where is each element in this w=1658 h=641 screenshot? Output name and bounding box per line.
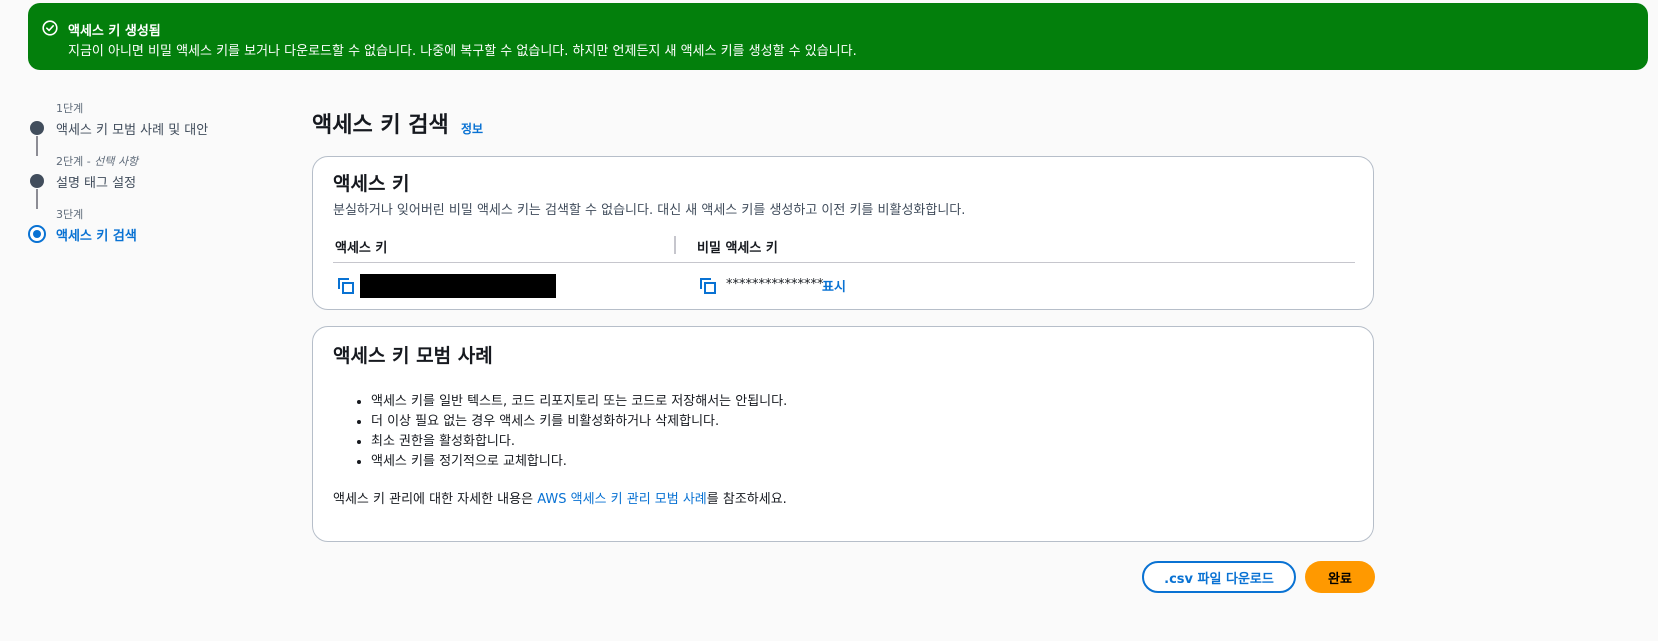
list-item: 더 이상 필요 없는 경우 액세스 키를 비활성화하거나 삭제합니다. — [371, 412, 787, 432]
page-title: 액세스 키 검색 — [312, 113, 449, 138]
step-dot-active — [28, 225, 46, 243]
best-practices-list: 액세스 키를 일반 텍스트, 코드 리포지토리 또는 코드로 저장해서는 안됩니… — [353, 392, 787, 472]
card-title: 액세스 키 — [333, 173, 410, 195]
step-label: 1단계 — [56, 102, 84, 115]
card-title: 액세스 키 모범 사례 — [333, 345, 493, 367]
copy-access-key-icon[interactable] — [337, 277, 355, 295]
step-label: 2단계 - 선택 사항 — [56, 155, 139, 168]
success-flash-banner: 액세스 키 생성됨 지금이 아니면 비밀 액세스 키를 보거나 다운로드할 수 … — [28, 3, 1648, 70]
best-practices-note: 액세스 키 관리에 대한 자세한 내용은 AWS 액세스 키 관리 모범 사례를… — [333, 492, 787, 507]
download-csv-button[interactable]: .csv 파일 다운로드 — [1142, 561, 1296, 593]
best-practices-link[interactable]: AWS 액세스 키 관리 모범 사례 — [537, 492, 707, 507]
step-dot — [30, 174, 44, 188]
step-connector — [36, 189, 38, 209]
step-title: 액세스 키 모범 사례 및 대안 — [56, 123, 209, 138]
table-divider — [333, 262, 1355, 263]
check-circle-icon — [42, 20, 58, 36]
column-header-secret-key: 비밀 액세스 키 — [697, 241, 778, 256]
step-title: 액세스 키 검색 — [56, 229, 137, 244]
show-secret-link[interactable]: 표시 — [822, 276, 846, 295]
access-key-card: 액세스 키 분실하거나 잊어버린 비밀 액세스 키는 검색할 수 없습니다. 대… — [312, 156, 1374, 310]
step-label: 3단계 — [56, 208, 84, 221]
card-description: 분실하거나 잊어버린 비밀 액세스 키는 검색할 수 없습니다. 대신 새 액세… — [333, 203, 966, 218]
flash-title: 액세스 키 생성됨 — [68, 24, 161, 39]
copy-secret-key-icon[interactable] — [699, 277, 717, 295]
access-key-value-redacted — [360, 274, 556, 298]
step-optional: 선택 사항 — [94, 155, 139, 168]
column-header-access-key: 액세스 키 — [335, 241, 388, 256]
secret-key-masked: *************** — [726, 277, 824, 292]
best-practices-card: 액세스 키 모범 사례 액세스 키를 일반 텍스트, 코드 리포지토리 또는 코… — [312, 326, 1374, 542]
step-connector — [36, 136, 38, 156]
step-title: 설명 태그 설정 — [56, 176, 137, 191]
flash-message: 지금이 아니면 비밀 액세스 키를 보거나 다운로드할 수 없습니다. 나중에 … — [68, 44, 857, 59]
step-dot — [30, 121, 44, 135]
list-item: 최소 권한을 활성화합니다. — [371, 432, 787, 452]
done-button[interactable]: 완료 — [1305, 561, 1375, 593]
column-divider — [674, 236, 676, 254]
info-link[interactable]: 정보 — [461, 120, 483, 137]
list-item: 액세스 키를 일반 텍스트, 코드 리포지토리 또는 코드로 저장해서는 안됩니… — [371, 392, 787, 412]
list-item: 액세스 키를 정기적으로 교체합니다. — [371, 452, 787, 472]
